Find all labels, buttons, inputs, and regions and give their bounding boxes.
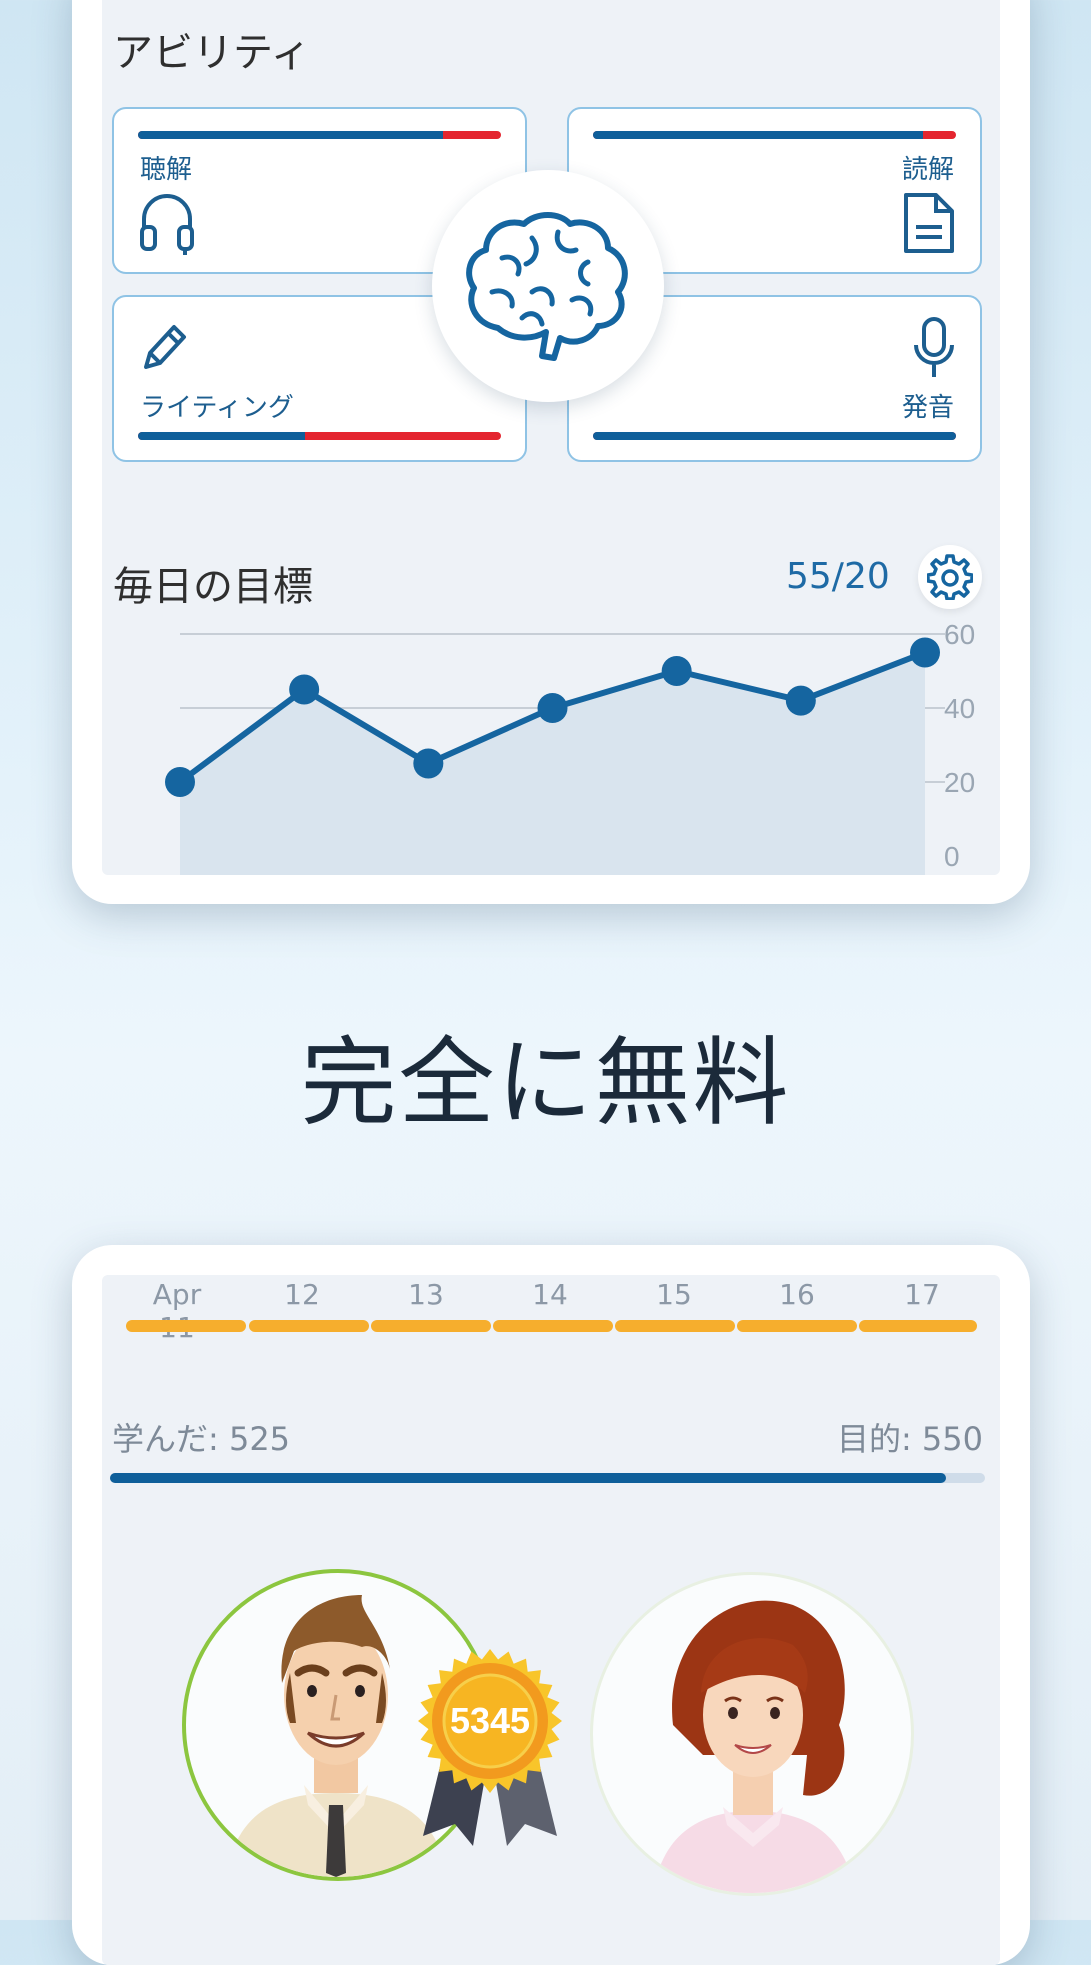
y-tick-label: 0	[944, 841, 960, 872]
date-label: 16	[779, 1278, 815, 1311]
female-avatar[interactable]	[590, 1572, 914, 1896]
skill-reading-label: 読解	[901, 155, 954, 185]
learning-progress-bar	[110, 1473, 985, 1483]
streak-segment	[249, 1320, 369, 1332]
y-tick-label: 20	[944, 767, 975, 798]
data-point	[785, 685, 816, 716]
daily-goal-value: 55/20	[786, 556, 890, 597]
data-point	[910, 637, 940, 668]
free-headline: 完全に無料	[300, 1027, 791, 1139]
y-tick-label: 60	[944, 620, 975, 650]
y-tick-label: 40	[944, 693, 975, 724]
date-label: 15	[656, 1278, 692, 1311]
pronunciation-progress-bar	[593, 432, 956, 440]
date-label: 14	[532, 1278, 568, 1311]
badge-score: 5345	[450, 1700, 530, 1741]
score-badge: 5345	[418, 1649, 562, 1846]
streak-segment	[126, 1320, 246, 1332]
document-icon	[904, 193, 954, 253]
headphones-icon	[140, 194, 194, 255]
streak-segment	[493, 1320, 613, 1332]
daily-goal-chart: 60 40 20 0	[165, 620, 975, 875]
learning-progress-fill	[110, 1473, 946, 1483]
goal-count: 目的: 550	[836, 1420, 983, 1458]
data-point	[661, 656, 692, 686]
date-label: Apr 11	[152, 1278, 202, 1344]
gear-icon	[927, 554, 973, 600]
date-label: 17	[904, 1278, 940, 1311]
skill-pronunciation-label: 発音	[901, 393, 954, 423]
data-point	[165, 767, 195, 797]
data-point	[289, 674, 320, 705]
writing-progress-bar	[138, 432, 501, 440]
progress-card	[72, 1245, 1030, 1965]
goal-settings-button[interactable]	[918, 545, 982, 609]
pencil-icon	[144, 325, 186, 369]
date-label: 13	[408, 1278, 444, 1311]
data-point	[413, 748, 444, 779]
skill-writing-label: ライティング	[140, 393, 294, 423]
listening-progress-bar	[138, 131, 501, 139]
brain-icon	[466, 212, 628, 361]
microphone-icon	[914, 317, 954, 377]
streak-segment	[371, 1320, 491, 1332]
female-avatar-illustration	[653, 1600, 855, 1893]
date-label: 12	[284, 1278, 320, 1311]
streak-segment	[737, 1320, 857, 1332]
skill-listening-label: 聴解	[140, 155, 193, 185]
learned-count: 学んだ: 525	[112, 1420, 291, 1458]
streak-segment	[859, 1320, 977, 1332]
streak-segment	[615, 1320, 735, 1332]
daily-goal-title: 毎日の目標	[113, 564, 313, 610]
brain-badge	[432, 170, 664, 402]
reading-progress-bar	[593, 131, 956, 139]
data-point	[537, 693, 568, 723]
ability-title: アビリティ	[113, 30, 311, 76]
